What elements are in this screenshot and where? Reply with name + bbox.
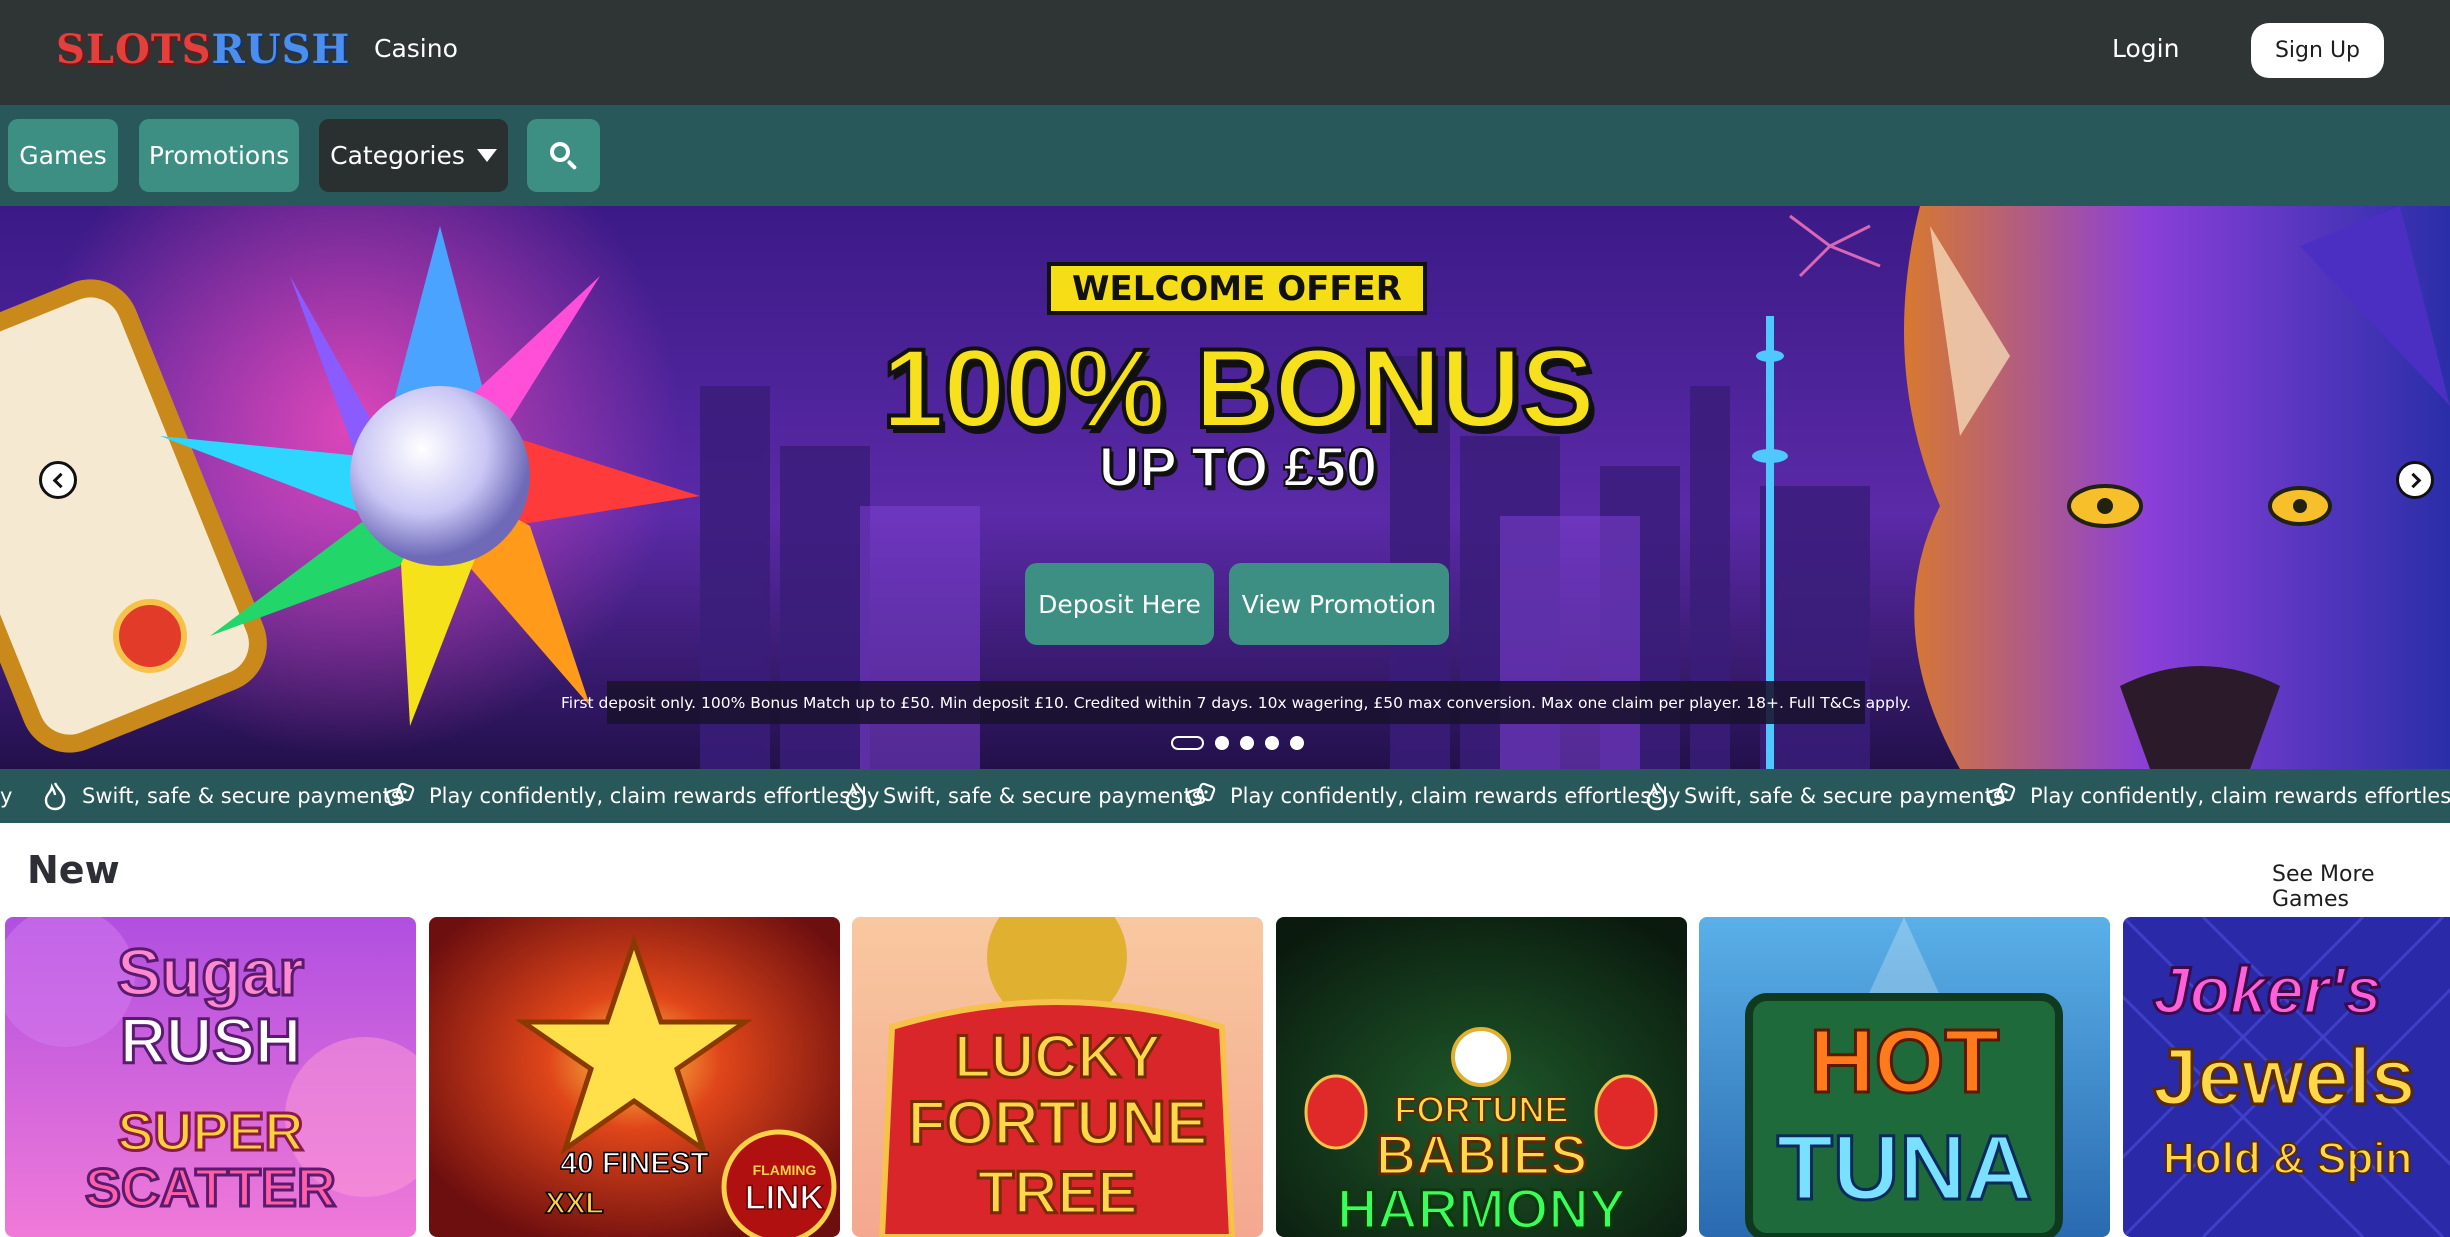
flame-icon: [44, 782, 66, 811]
ticker-text: Play confidently, claim rewards effortle…: [1230, 784, 1681, 808]
game-title-line: TUNA: [1775, 1117, 2034, 1219]
site-logo[interactable]: SLOTSRUSH: [56, 26, 350, 73]
game-title-line: RUSH: [118, 1005, 302, 1077]
flame-icon: [845, 782, 867, 811]
deposit-here-button[interactable]: Deposit Here: [1025, 563, 1214, 645]
ticker-item-payments: Swift, safe & secure payments: [1644, 769, 2004, 823]
dice-icon: [1987, 782, 2016, 806]
nav-promotions-label: Promotions: [148, 141, 290, 170]
welcome-offer-badge: WELCOME OFFER: [1047, 262, 1427, 315]
game-tile-jokers-jewels[interactable]: Joker's Jewels Hold & Spin: [2123, 917, 2450, 1237]
ticker-item-payments: Swift, safe & secure payments: [42, 769, 402, 823]
hero-banner: WELCOME OFFER 100% BONUS UP TO £50 Depos…: [0, 206, 2450, 769]
game-tile-lucky-fortune-tree[interactable]: LUCKY FORTUNE TREE: [852, 917, 1263, 1237]
game-tile-fortune-babies[interactable]: FORTUNE BABIES HARMONY: [1276, 917, 1687, 1237]
carousel-prev-button[interactable]: [39, 461, 77, 499]
game-title-line: SUPER: [116, 1102, 305, 1162]
chevron-left-icon: [52, 472, 68, 488]
game-title-line: HOT: [1808, 1012, 2001, 1112]
game-title-line: LINK: [744, 1179, 825, 1217]
carousel-dot-2[interactable]: [1215, 736, 1229, 750]
ticker-text: Play confidently, claim rewards effortle…: [2030, 784, 2450, 808]
signup-button[interactable]: Sign Up: [2251, 23, 2384, 78]
dice-icon: [1187, 782, 1216, 806]
hero-subheadline: UP TO £50: [1098, 434, 1378, 499]
category-nav: Games Promotions Categories: [0, 105, 2450, 206]
game-title-line: HARMONY: [1335, 1177, 1627, 1237]
login-link[interactable]: Login: [2112, 34, 2179, 63]
game-title-line: Jewels: [2152, 1032, 2417, 1121]
view-promotion-button[interactable]: View Promotion: [1229, 563, 1449, 645]
ticker-text: Swift, safe & secure payments: [883, 784, 1203, 808]
ticker-item-rewards: Play confidently, claim rewards effortle…: [385, 769, 879, 823]
see-more-games-link[interactable]: See More Games: [2272, 862, 2450, 912]
ticker-text: Swift, safe & secure payments: [1684, 784, 2004, 808]
top-header: SLOTSRUSH Casino Login Sign Up: [0, 0, 2450, 105]
game-tile-40-finest[interactable]: 40 FINEST XXL FLAMING LINK: [429, 917, 840, 1237]
ticker-text: Play confidently, claim rewards effortle…: [429, 784, 880, 808]
ticker-fragment: y: [0, 784, 13, 808]
ticker-item-rewards: Play confidently, claim rewards effortle…: [1186, 769, 1680, 823]
logo-text-rush: RUSH: [211, 26, 351, 73]
game-title-line: LUCKY: [953, 1023, 1163, 1090]
game-title-line: TREE: [976, 1159, 1139, 1226]
game-title-line: SCATTER: [84, 1158, 338, 1218]
nav-casino-link[interactable]: Casino: [374, 34, 458, 63]
search-button[interactable]: [527, 119, 600, 192]
chevron-down-icon: [476, 149, 497, 162]
flame-icon: [1646, 782, 1668, 811]
chevron-right-icon: [2405, 472, 2421, 488]
game-title-line: BABIES: [1374, 1123, 1589, 1186]
game-tile-sugar-rush[interactable]: Sugar RUSH SUPER SCATTER: [5, 917, 416, 1237]
carousel-dot-4[interactable]: [1265, 736, 1279, 750]
categories-label: Categories: [330, 141, 465, 170]
carousel-dot-3[interactable]: [1240, 736, 1254, 750]
search-icon: [549, 141, 579, 171]
nav-games-label: Games: [19, 141, 107, 170]
logo-text-slots: SLOTS: [56, 26, 212, 73]
ticker-item-rewards: Play confidently, claim rewards effortle…: [1986, 769, 2450, 823]
section-title-new: New: [27, 848, 120, 892]
dice-icon: [386, 782, 415, 806]
terms-notice: First deposit only. 100% Bonus Match up …: [561, 681, 1911, 724]
carousel-dot-5[interactable]: [1290, 736, 1304, 750]
nav-games-button[interactable]: Games: [8, 119, 118, 192]
carousel-next-button[interactable]: [2396, 461, 2434, 499]
game-title-line: FLAMING: [752, 1162, 817, 1178]
ticker-text: Swift, safe & secure payments: [82, 784, 402, 808]
carousel-dot-1[interactable]: [1171, 736, 1204, 750]
benefits-ticker: y Swift, safe & secure payments Play con…: [0, 769, 2450, 823]
game-title-line: Sugar: [115, 935, 305, 1009]
categories-dropdown[interactable]: Categories: [319, 119, 508, 192]
game-title-line: Hold & Spin: [2162, 1134, 2413, 1183]
game-title-line: FORTUNE: [906, 1089, 1209, 1158]
carousel-indicators: [1171, 736, 1304, 750]
game-tile-hot-tuna[interactable]: HOT TUNA: [1699, 917, 2110, 1237]
ticker-item-payments: Swift, safe & secure payments: [843, 769, 1203, 823]
game-title-line: Joker's: [2152, 953, 2384, 1027]
nav-promotions-button[interactable]: Promotions: [139, 119, 299, 192]
